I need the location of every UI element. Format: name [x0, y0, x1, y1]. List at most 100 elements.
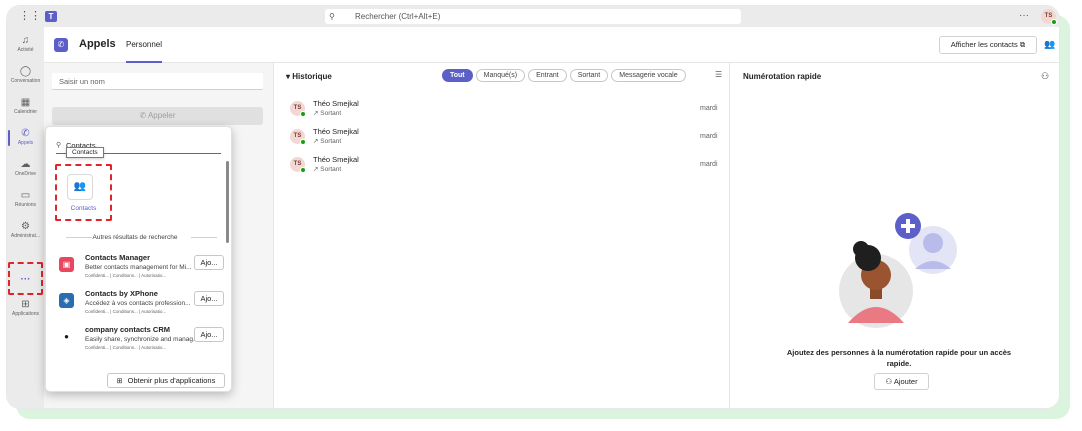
avatar-initials: TS — [293, 133, 302, 139]
page-header: ✆ Appels Personnel Afficher les contacts… — [44, 27, 1059, 63]
call-direction: ↗ Sortant — [313, 137, 341, 145]
call-date: mardi — [700, 161, 718, 168]
cloud-icon: ☁ — [20, 159, 31, 170]
filter-entrant[interactable]: Entrant — [528, 69, 567, 82]
rail-item-appels[interactable]: ✆ Appels — [7, 128, 44, 147]
call-button-label: Appeler — [147, 111, 176, 120]
apps-icon: ⊞ — [21, 299, 30, 310]
app-name: company contacts CRM — [85, 325, 171, 334]
name-input[interactable]: Saisir un nom — [52, 73, 263, 90]
avatar: TS — [290, 129, 306, 145]
speed-dial-panel: Numérotation rapide ⚇ Ajoutez des person… — [731, 63, 1059, 408]
contacts-tile-label[interactable]: Contacts — [58, 205, 109, 212]
rail-item-onedrive[interactable]: ☁ OneDrive — [7, 159, 44, 178]
app-links[interactable]: Confidenti... | Conditions... | Autorisa… — [85, 345, 166, 350]
app-description: Better contacts management for Mi... — [85, 264, 192, 271]
show-contacts-button[interactable]: Afficher les contacts ⧉ — [939, 36, 1037, 54]
app-launcher-icon[interactable]: ⋮⋮⋮ — [19, 10, 52, 22]
external-link-icon: ⧉ — [1019, 40, 1026, 49]
app-name: Contacts by XPhone — [85, 289, 158, 298]
list-item[interactable]: TS Théo Smejkal ↗ Sortant mardi — [286, 97, 726, 123]
presence-available-icon — [1051, 19, 1057, 25]
rail-item-administration[interactable]: ⚙ Administrat... — [7, 221, 44, 240]
caller-name: Théo Smejkal — [313, 99, 359, 108]
people-icon[interactable]: 👥 — [1044, 39, 1055, 50]
filter-icon[interactable]: ☰ — [715, 70, 722, 79]
speed-dial-title: Numérotation rapide — [743, 72, 822, 81]
divider — [191, 237, 217, 238]
rail-item-applications[interactable]: ⊞ Applications — [7, 299, 44, 318]
teams-logo-icon: T — [45, 11, 57, 22]
more-apps-flyout: ⚲ Contacts Contacts 👥 Contacts Autres ré… — [45, 126, 232, 392]
search-placeholder: Rechercher (Ctrl+Alt+E) — [355, 12, 441, 21]
phone-icon: ✆ — [139, 111, 148, 120]
caller-name: Théo Smejkal — [313, 155, 359, 164]
app-window: ⋮⋮⋮ T ⚲ Rechercher (Ctrl+Alt+E) ··· TS ♫… — [6, 5, 1060, 409]
app-result-contacts-manager[interactable]: ▣ Contacts Manager Better contacts manag… — [55, 253, 225, 287]
call-date: mardi — [700, 133, 718, 140]
contacts-manager-logo-icon: ▣ — [59, 257, 74, 272]
filter-manques[interactable]: Manqué(s) — [475, 69, 526, 82]
tooltip: Contacts — [66, 147, 104, 158]
bell-icon: ♫ — [21, 35, 30, 46]
rail-item-activite[interactable]: ♫ Activité — [7, 35, 44, 54]
filter-tout[interactable]: Tout — [442, 69, 473, 82]
search-icon: ⚲ — [56, 142, 62, 149]
contacts-icon: 👥 — [73, 181, 87, 192]
add-app-button[interactable]: Ajo... — [194, 327, 224, 342]
avatar-initials: TS — [293, 105, 302, 111]
rail-item-label: Appels — [17, 140, 34, 146]
company-contacts-logo-icon: ● — [59, 329, 74, 344]
speed-dial-empty-text: Ajoutez des personnes à la numérotation … — [786, 348, 1012, 368]
tab-personnel[interactable]: Personnel — [126, 40, 163, 63]
rail-item-more[interactable]: ··· — [7, 274, 44, 285]
rail-item-calendrier[interactable]: ▦ Calendrier — [7, 97, 44, 116]
presence-available-icon — [300, 167, 306, 173]
list-item[interactable]: TS Théo Smejkal ↗ Sortant mardi — [286, 153, 726, 179]
history-title[interactable]: ▾ Historique — [286, 72, 332, 81]
plus-box-icon: ⊞ — [116, 378, 123, 385]
add-app-button[interactable]: Ajo... — [194, 255, 224, 270]
call-button[interactable]: ✆ Appeler — [52, 107, 263, 125]
get-more-apps-button[interactable]: ⊞ Obtenir plus d'applications — [107, 373, 225, 388]
calls-app-icon: ✆ — [54, 38, 68, 52]
app-result-contacts-by-xphone[interactable]: ◈ Contacts by XPhone Accédez à vos conta… — [55, 289, 225, 323]
admin-icon: ⚙ — [21, 221, 30, 232]
add-speed-dial-button[interactable]: ⚇ Ajouter — [874, 373, 929, 390]
empty-state-illustration — [839, 213, 957, 328]
add-person-icon[interactable]: ⚇ — [1041, 71, 1049, 82]
history-panel: ▾ Historique Tout Manqué(s) Entrant Sort… — [274, 63, 730, 408]
app-links[interactable]: Confidenti... | Conditions... | Autorisa… — [85, 309, 166, 314]
contacts-app-tile[interactable]: 👥 — [67, 174, 93, 200]
video-icon: ▭ — [20, 190, 31, 201]
rail-item-reunions[interactable]: ▭ Réunions — [7, 190, 44, 209]
call-direction-text: Sortant — [320, 110, 342, 117]
flyout-scrollbar[interactable] — [226, 161, 229, 243]
global-search-input[interactable]: ⚲ Rechercher (Ctrl+Alt+E) — [325, 9, 741, 24]
call-direction: ↗ Sortant — [313, 165, 341, 173]
xphone-logo-icon: ◈ — [59, 293, 74, 308]
app-links[interactable]: Confidenti... | Conditions... | Autorisa… — [85, 273, 166, 278]
app-description: Easily share, synchronize and manag... — [85, 336, 199, 343]
title-bar: ⋮⋮⋮ T ⚲ Rechercher (Ctrl+Alt+E) ··· TS — [7, 6, 1059, 27]
presence-available-icon — [300, 139, 306, 145]
search-icon: ⚲ — [329, 12, 335, 21]
more-options-icon[interactable]: ··· — [1019, 10, 1029, 21]
app-name: Contacts Manager — [85, 253, 151, 262]
add-person-icon: ⚇ — [885, 377, 894, 386]
app-result-company-contacts-crm[interactable]: ● company contacts CRM Easily share, syn… — [55, 325, 225, 359]
add-app-button[interactable]: Ajo... — [194, 291, 224, 306]
user-avatar[interactable]: TS — [1041, 9, 1057, 25]
call-direction: ↗ Sortant — [313, 109, 341, 117]
more-icon: ··· — [20, 274, 31, 285]
filter-messagerie-vocale[interactable]: Messagerie vocale — [611, 69, 686, 82]
rail-item-label: Applications — [12, 311, 39, 317]
calendar-icon: ▦ — [20, 97, 31, 108]
app-description: Accédez à vos contacts profession... — [85, 300, 191, 307]
chat-icon: ◯ — [19, 66, 32, 77]
app-rail: ♫ Activité ◯ Conversation ▦ Calendrier ✆… — [7, 27, 44, 408]
rail-item-label: Conversation — [10, 78, 41, 84]
rail-item-conversation[interactable]: ◯ Conversation — [7, 66, 44, 85]
list-item[interactable]: TS Théo Smejkal ↗ Sortant mardi — [286, 125, 726, 151]
filter-sortant[interactable]: Sortant — [569, 69, 609, 82]
